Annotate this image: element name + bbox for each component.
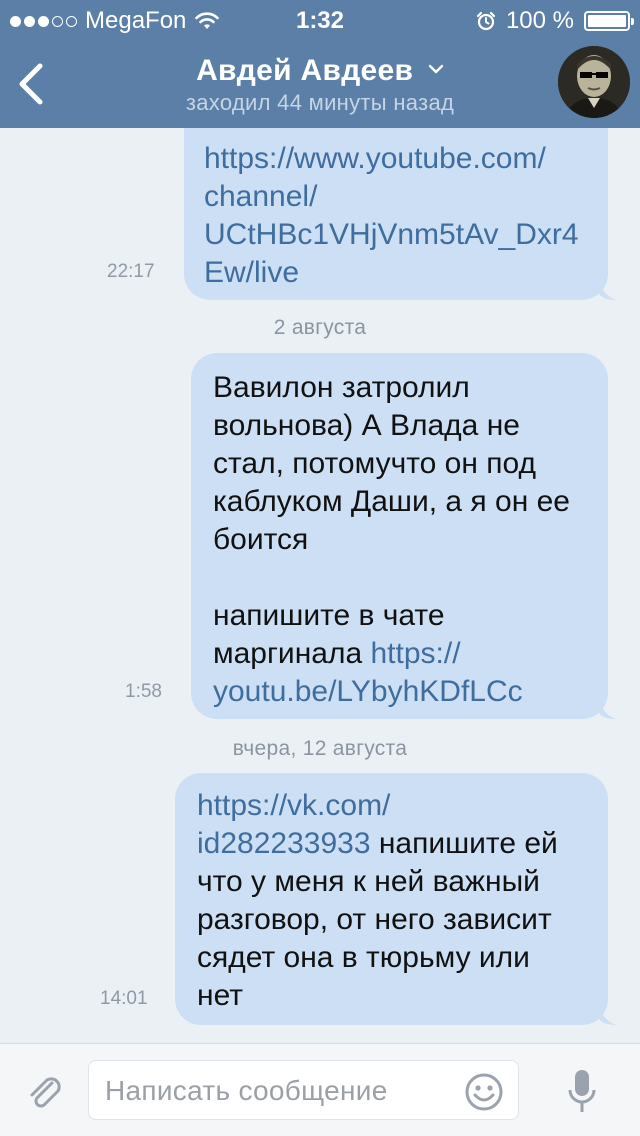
message-bubble[interactable]: https://www.youtube.com/ channel/ UCtHBc…: [184, 128, 617, 300]
date-separator: вчера, 12 августа: [232, 737, 408, 760]
avatar-image: [558, 46, 630, 118]
message-text: https://www.youtube.com/ channel/ UCtHBc…: [204, 140, 608, 292]
message-bubble[interactable]: https://vk.com/ id282233933 напишите ей …: [175, 773, 617, 1025]
paperclip-icon[interactable]: [22, 1069, 66, 1113]
message-input-placeholder: Написать сообщение: [105, 1075, 388, 1106]
chat-header: Авдей Авдеев заходил 44 минуты назад: [0, 40, 640, 128]
chevron-down-icon[interactable]: [428, 64, 444, 74]
chat-title-area[interactable]: Авдей Авдеев заходил 44 минуты назад: [0, 54, 640, 116]
bubble-tail: [599, 695, 617, 719]
message-link[interactable]: https://: [370, 637, 460, 670]
alarm-icon: [476, 11, 496, 31]
message-list[interactable]: 22:17 https://www.youtube.com/ channel/ …: [0, 128, 640, 1043]
message-link[interactable]: id282233933: [197, 827, 371, 860]
last-seen-status: заходил 44 минуты назад: [185, 90, 455, 115]
message-time: 22:17: [107, 261, 155, 282]
message-text: https://vk.com/ id282233933 напишите ей …: [197, 789, 558, 1012]
contact-name[interactable]: Авдей Авдеев: [196, 54, 413, 87]
bubble-tail: [599, 1001, 617, 1025]
message-link[interactable]: Ew/live: [204, 256, 299, 289]
avatar[interactable]: [558, 46, 630, 118]
microphone-icon[interactable]: [567, 1068, 597, 1116]
message-link[interactable]: youtu.be/LYbyhKDfLCc: [213, 675, 523, 708]
status-bar: MegaFon 1:32 100 %: [0, 0, 640, 40]
message-link[interactable]: https://www.youtube.com/: [204, 142, 546, 175]
message-bubble[interactable]: Вавилон затролил вольнова) А Влада не ст…: [191, 353, 617, 719]
message-text: Вавилон затролил вольнова) А Влада не ст…: [213, 371, 570, 708]
bubble-tail: [599, 276, 617, 300]
battery-percent: 100 %: [505, 7, 574, 34]
message-time: 1:58: [125, 681, 162, 702]
message-link[interactable]: https://vk.com/: [197, 789, 390, 822]
message-input[interactable]: Написать сообщение: [88, 1060, 519, 1120]
message-link[interactable]: channel/: [204, 180, 317, 213]
message-link[interactable]: UCtHBc1VHjVnm5tAv_Dxr4: [204, 218, 579, 251]
message-composer: Написать сообщение: [0, 1043, 640, 1136]
battery-icon: [584, 11, 634, 31]
date-separator: 2 августа: [273, 316, 367, 339]
message-time: 14:01: [100, 988, 148, 1009]
smiley-icon[interactable]: [464, 1072, 504, 1112]
